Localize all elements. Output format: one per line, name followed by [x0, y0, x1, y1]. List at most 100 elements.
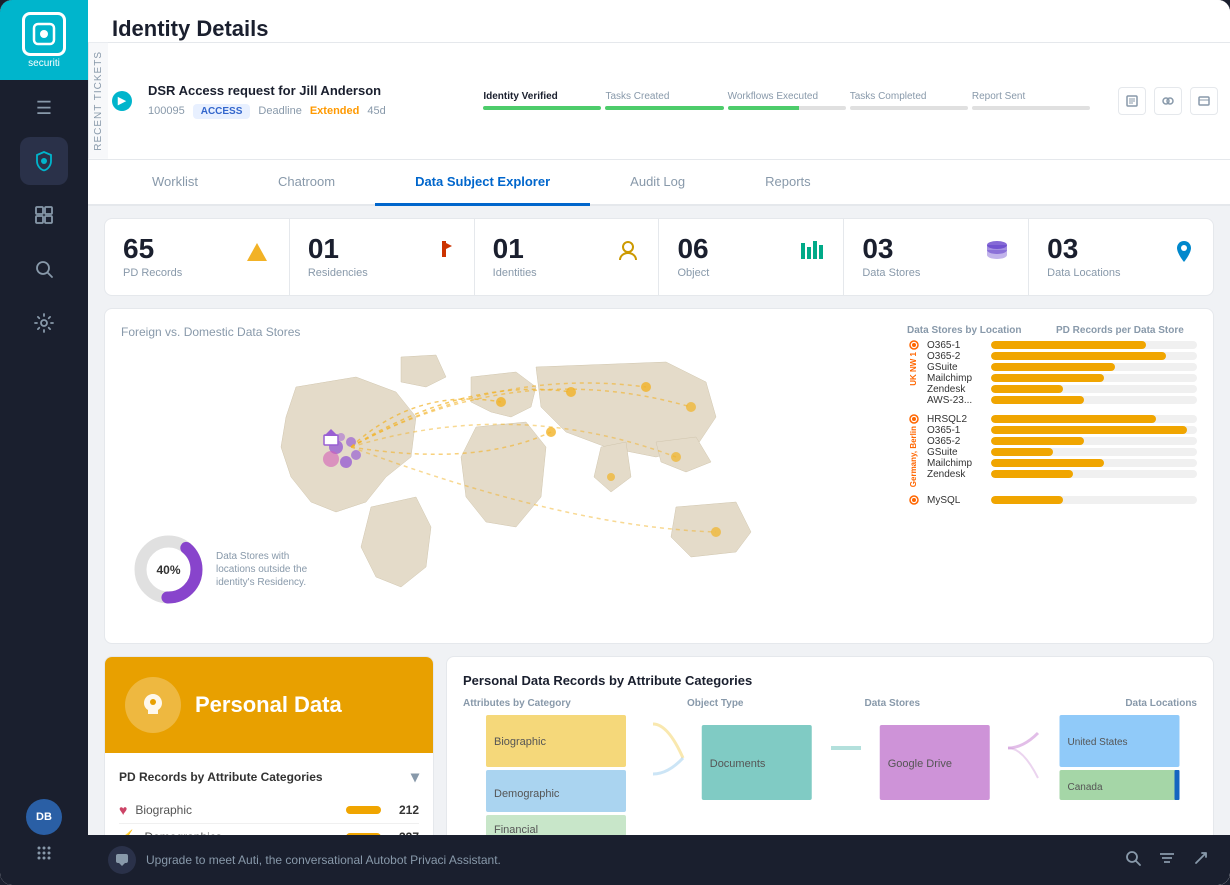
- map-section: Foreign vs. Domestic Data Stores: [104, 308, 1214, 644]
- biographic-label: Biographic: [135, 803, 338, 817]
- biographic-icon: ♥: [119, 802, 127, 818]
- search-action-icon[interactable]: [1124, 849, 1142, 872]
- map-right-panel: Data Stores by Location PD Records per D…: [907, 325, 1197, 627]
- location-row: GSuite: [927, 362, 1197, 373]
- pd-row-biographic: ♥ Biographic 212: [119, 797, 419, 824]
- col-header-stores: Data Stores: [865, 698, 1005, 709]
- location-row: O365-1: [927, 425, 1197, 436]
- recent-tickets-label: RECENT TICKETS: [88, 43, 108, 159]
- data-stores-icon: [984, 239, 1010, 269]
- stat-label-locations: Data Locations: [1047, 267, 1163, 279]
- pd-section-header: PD Records by Attribute Categories ▾: [119, 767, 419, 787]
- svg-text:Google Drive: Google Drive: [887, 758, 951, 770]
- donut-container: 40% Data Stores with locations outside t…: [131, 532, 316, 607]
- svg-text:Documents: Documents: [710, 758, 766, 770]
- sidebar-item-dashboard[interactable]: [20, 191, 68, 239]
- location-row: MySQL: [927, 495, 1197, 506]
- stat-number-locations: 03: [1047, 235, 1163, 263]
- stat-label-residencies: Residencies: [308, 267, 422, 279]
- recent-tickets-section: RECENT TICKETS ▶ DSR Access request for …: [88, 43, 1230, 160]
- sidebar-item-security[interactable]: [20, 137, 68, 185]
- stat-object: 06 Object: [659, 219, 844, 295]
- location-row: Zendesk: [927, 469, 1197, 480]
- ticket-meta: 100095 ACCESS Deadline Extended 45d: [148, 104, 451, 119]
- pd-icon: [125, 677, 181, 733]
- sidebar-bottom: DB: [26, 799, 62, 885]
- chart-connectors-3: [1008, 698, 1038, 835]
- svg-text:40%: 40%: [156, 563, 180, 577]
- stat-pd-records: 65 PD Records: [105, 219, 290, 295]
- sidebar-nav: [20, 137, 68, 799]
- action-icon-2[interactable]: [1154, 87, 1182, 115]
- main-content: Identity Details RECENT TICKETS ▶ DSR Ac…: [88, 0, 1230, 885]
- action-icon-3[interactable]: [1190, 87, 1218, 115]
- svg-text:Financial: Financial: [494, 824, 538, 835]
- pd-records-icon: [243, 239, 271, 273]
- step-identity-verified: Identity Verified: [483, 91, 557, 102]
- map-visual: 40% Data Stores with locations outside t…: [121, 347, 891, 627]
- location-row: Mailchimp: [927, 373, 1197, 384]
- chart-connectors-2: [831, 698, 861, 835]
- residencies-icon: [432, 239, 456, 269]
- hamburger-menu[interactable]: ☰: [36, 98, 52, 119]
- location-row: O365-2: [927, 351, 1197, 362]
- ticket-card: DSR Access request for Jill Anderson 100…: [132, 73, 467, 129]
- stat-identities: 01 Identities: [475, 219, 660, 295]
- stat-data-locations: 03 Data Locations: [1029, 219, 1213, 295]
- map-columns-header: Data Stores by Location PD Records per D…: [907, 325, 1197, 336]
- step-report-sent: Report Sent: [972, 91, 1025, 102]
- scroll-content: 65 PD Records 01 Residencies: [88, 206, 1230, 835]
- chart-col-attributes: Attributes by Category Biographic Demogr…: [463, 698, 653, 835]
- app-name: securiti: [28, 58, 60, 69]
- location-row: HRSQL2: [927, 414, 1197, 425]
- stat-label-pd: PD Records: [123, 267, 233, 279]
- ticket-title: DSR Access request for Jill Anderson: [148, 83, 451, 98]
- location-row: O365-1: [927, 340, 1197, 351]
- sidebar: securiti ☰: [0, 0, 88, 885]
- tab-worklist[interactable]: Worklist: [112, 160, 238, 206]
- map-title: Foreign vs. Domestic Data Stores: [121, 325, 891, 339]
- pd-row-demographics: ⚡ Demographics 337: [119, 824, 419, 835]
- apps-icon[interactable]: [34, 843, 54, 869]
- ticket-id: 100095: [148, 105, 185, 117]
- sidebar-item-settings[interactable]: [20, 299, 68, 347]
- pd-chart-card: Personal Data Records by Attribute Categ…: [446, 656, 1214, 835]
- logo-area: securiti: [0, 0, 88, 80]
- bottom-bar-actions: [1124, 849, 1210, 872]
- svg-text:Demographic: Demographic: [494, 788, 560, 800]
- personal-data-card: Personal Data PD Records by Attribute Ca…: [104, 656, 434, 835]
- expand-action-icon[interactable]: [1192, 849, 1210, 872]
- svg-text:Biographic: Biographic: [494, 736, 546, 748]
- tabs-section: Worklist Chatroom Data Subject Explorer …: [88, 160, 1230, 206]
- tab-audit-log[interactable]: Audit Log: [590, 160, 725, 206]
- col-header-attributes: Attributes by Category: [463, 698, 649, 709]
- step-workflows-executed: Workflows Executed: [728, 91, 818, 102]
- chart-col-stores: Data Stores Google Drive: [861, 698, 1009, 835]
- sidebar-item-search[interactable]: [20, 245, 68, 293]
- step-tasks-completed: Tasks Completed: [850, 91, 927, 102]
- action-icon-1[interactable]: [1118, 87, 1146, 115]
- filter-action-icon[interactable]: [1158, 849, 1176, 872]
- pd-title: Personal Data: [195, 692, 342, 718]
- chart-col-locations: Data Locations United States Canada: [1038, 698, 1197, 835]
- message-bubble-icon: [108, 846, 136, 874]
- uk-rows: O365-1 O365-2 GSuite Mailchimp Zendesk A…: [927, 340, 1197, 406]
- col-header-data-locations: Data Locations: [1042, 698, 1197, 709]
- ticket-type-badge: ACCESS: [193, 104, 251, 119]
- progress-steps: Identity Verified Tasks Created Workflow…: [483, 91, 1090, 110]
- tab-data-subject-explorer[interactable]: Data Subject Explorer: [375, 160, 590, 206]
- pd-chevron-icon[interactable]: ▾: [411, 767, 419, 787]
- deadline-days: 45d: [367, 105, 385, 117]
- collapse-button[interactable]: ▶: [112, 91, 132, 111]
- tab-reports[interactable]: Reports: [725, 160, 851, 206]
- stat-data-stores: 03 Data Stores: [844, 219, 1029, 295]
- bottom-bar: Upgrade to meet Auti, the conversational…: [88, 835, 1230, 885]
- stat-residencies: 01 Residencies: [290, 219, 475, 295]
- tab-chatroom[interactable]: Chatroom: [238, 160, 375, 206]
- stat-number-object: 06: [677, 235, 789, 263]
- data-locations-icon: [1173, 239, 1195, 271]
- chart-connectors: [653, 698, 683, 835]
- bottom-message-text: Upgrade to meet Auti, the conversational…: [146, 853, 501, 867]
- chart-columns: Attributes by Category Biographic Demogr…: [463, 698, 1197, 835]
- user-avatar[interactable]: DB: [26, 799, 62, 835]
